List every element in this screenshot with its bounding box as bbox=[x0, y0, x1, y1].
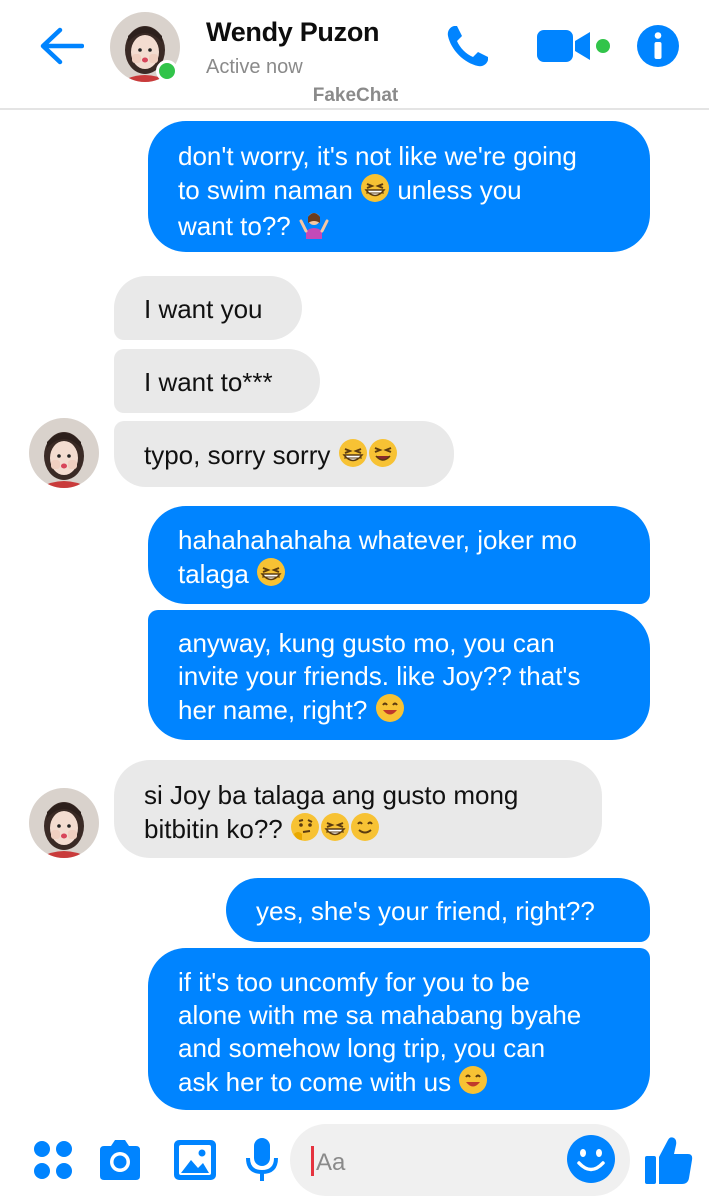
message-bubble-incoming[interactable]: typo, sorry sorry bbox=[114, 421, 454, 487]
message-text: si Joy ba talaga ang gusto mong bbox=[144, 780, 519, 810]
smiling-emoji-icon bbox=[375, 694, 404, 722]
message-bubble-incoming[interactable]: si Joy ba talaga ang gusto mong bitbitin… bbox=[114, 760, 602, 858]
squinting-tongue-emoji-icon bbox=[368, 439, 397, 467]
message-bubble-outgoing[interactable]: hahahahahaha whatever, joker mo talaga bbox=[148, 506, 650, 604]
smiley-icon[interactable] bbox=[566, 1134, 616, 1184]
message-text: talaga bbox=[178, 559, 249, 589]
message-text: and somehow long trip, you can bbox=[178, 1033, 546, 1063]
contact-avatar-small[interactable] bbox=[29, 788, 99, 858]
microphone-icon[interactable] bbox=[238, 1136, 286, 1184]
contact-name[interactable]: Wendy Puzon bbox=[206, 17, 380, 48]
active-status-dot bbox=[156, 60, 178, 82]
smiling-emoji-icon bbox=[459, 1066, 488, 1094]
contact-avatar-small[interactable] bbox=[29, 418, 99, 488]
message-text: I want you bbox=[144, 294, 263, 324]
grinning-squint-emoji-icon bbox=[338, 439, 367, 467]
message-text: ask her to come with us bbox=[178, 1067, 452, 1097]
phone-icon[interactable] bbox=[444, 22, 492, 70]
grinning-squint-emoji-icon bbox=[321, 813, 349, 841]
message-text: her name, right? bbox=[178, 695, 368, 725]
message-text: typo, sorry sorry bbox=[144, 440, 331, 470]
message-input-placeholder: Aa bbox=[316, 1149, 346, 1176]
message-bubble-incoming[interactable]: I want you bbox=[114, 276, 302, 340]
apps-grid-icon[interactable] bbox=[29, 1136, 77, 1184]
camera-icon[interactable] bbox=[96, 1136, 144, 1184]
person-shrugging-emoji-icon bbox=[299, 213, 329, 239]
message-text: alone with me sa mahabang byahe bbox=[178, 1000, 582, 1030]
message-bubble-outgoing[interactable]: yes, she's your friend, right?? bbox=[226, 878, 650, 942]
message-text: invite your friends. like Joy?? that's bbox=[178, 661, 581, 691]
message-text: hahahahahaha whatever, joker mo bbox=[178, 525, 577, 555]
grinning-squint-emoji-icon bbox=[257, 558, 286, 586]
message-bubble-outgoing[interactable]: don't worry, it's not like we're going t… bbox=[148, 121, 650, 252]
image-icon[interactable] bbox=[171, 1136, 219, 1184]
thinking-face-emoji-icon bbox=[291, 813, 319, 841]
thumbs-up-icon[interactable] bbox=[643, 1134, 695, 1186]
app-watermark: FakeChat bbox=[312, 85, 399, 106]
message-text: unless you bbox=[397, 175, 522, 205]
message-bubble-incoming[interactable]: I want to*** bbox=[114, 349, 320, 413]
message-text: want to?? bbox=[178, 211, 291, 241]
message-text: to swim naman bbox=[178, 175, 353, 205]
message-text: don't worry, it's not like we're going bbox=[178, 141, 577, 171]
message-bubble-outgoing[interactable]: anyway, kung gusto mo, you can invite yo… bbox=[148, 610, 650, 740]
message-text: yes, she's your friend, right?? bbox=[256, 896, 595, 926]
back-arrow-icon[interactable] bbox=[38, 26, 84, 66]
smiling-emoji-icon bbox=[351, 813, 379, 841]
text-cursor bbox=[311, 1146, 314, 1176]
grinning-squint-emoji-icon bbox=[361, 174, 390, 202]
message-text: anyway, kung gusto mo, you can bbox=[178, 628, 555, 658]
message-text: bitbitin ko?? bbox=[144, 814, 283, 844]
message-bubble-outgoing[interactable]: if it's too uncomfy for you to be alone … bbox=[148, 948, 650, 1110]
contact-status: Active now bbox=[206, 56, 303, 78]
info-icon[interactable] bbox=[636, 24, 680, 68]
video-camera-icon[interactable] bbox=[536, 27, 614, 65]
message-text: I want to*** bbox=[144, 367, 273, 397]
message-text: if it's too uncomfy for you to be bbox=[178, 967, 530, 997]
